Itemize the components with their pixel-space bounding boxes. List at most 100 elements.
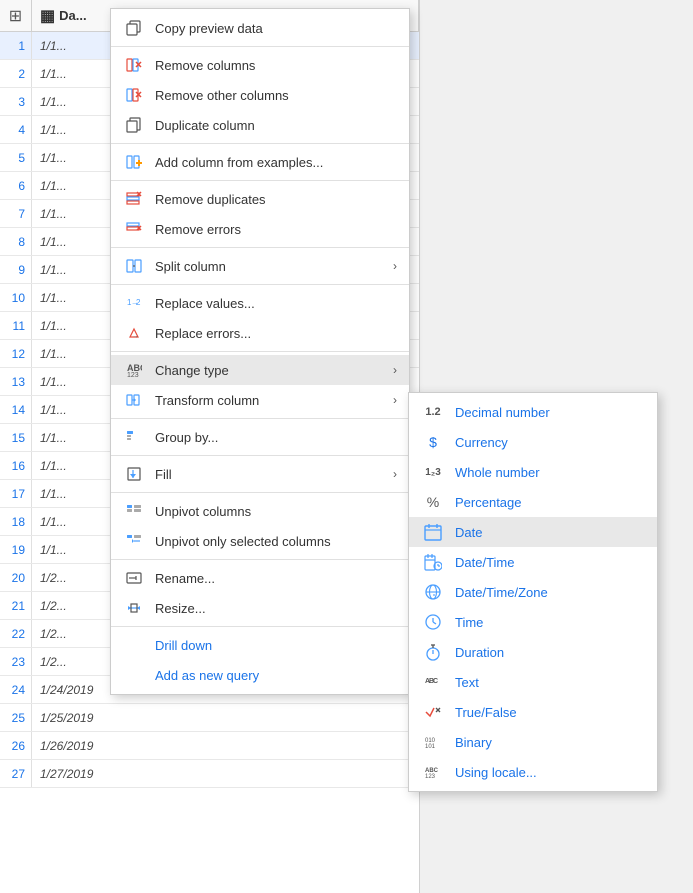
row-number: 17 [0,480,32,507]
menu-item-remove-columns[interactable]: Remove columns [111,50,409,80]
change-type-icon: ABC123 [123,360,145,380]
type-label: Decimal number [455,405,550,420]
type-label: Currency [455,435,508,450]
menu-item-replace-errors[interactable]: →Replace errors... [111,318,409,348]
submenu-item-datetimezone[interactable]: Date/Time/Zone [409,577,657,607]
whole-type-icon: 1₂3 [421,467,445,478]
row-cell: 1/1... [32,375,67,389]
menu-label: Remove columns [155,58,397,73]
menu-label: Remove errors [155,222,397,237]
datetimezone-type-icon [421,583,445,601]
table-row[interactable]: 25 1/25/2019 [0,704,419,732]
menu-separator [111,492,409,493]
type-label: True/False [455,705,517,720]
unpivot-columns-icon [123,501,145,521]
currency-type-icon: $ [421,434,445,450]
submenu-item-binary[interactable]: 010101 Binary [409,727,657,757]
menu-label: Group by... [155,430,397,445]
row-cell: 1/1... [32,319,67,333]
menu-separator [111,626,409,627]
svg-text:→: → [132,333,139,340]
row-number: 18 [0,508,32,535]
type-label: Text [455,675,479,690]
row-cell: 1/1... [32,347,67,361]
submenu-item-text[interactable]: ABC Text [409,667,657,697]
table-row[interactable]: 26 1/26/2019 [0,732,419,760]
menu-item-change-type[interactable]: ABC123Change type› [111,355,409,385]
row-number: 15 [0,424,32,451]
menu-item-unpivot-columns[interactable]: Unpivot columns [111,496,409,526]
menu-item-remove-duplicates[interactable]: Remove duplicates [111,184,409,214]
row-cell: 1/27/2019 [32,767,93,781]
menu-label: Copy preview data [155,21,397,36]
row-number: 26 [0,732,32,759]
submenu-item-time[interactable]: Time [409,607,657,637]
row-number: 19 [0,536,32,563]
row-cell: 1/1... [32,207,67,221]
submenu-item-truefalse[interactable]: True/False [409,697,657,727]
row-cell: 1/1... [32,123,67,137]
menu-item-duplicate-column[interactable]: Duplicate column [111,110,409,140]
row-cell: 1/2... [32,571,67,585]
row-cell: 1/2... [32,655,67,669]
menu-item-copy-preview[interactable]: Copy preview data [111,13,409,43]
menu-separator [111,46,409,47]
table-row[interactable]: 27 1/27/2019 [0,760,419,788]
binary-type-icon: 010101 [421,733,445,751]
date-type-icon [421,523,445,541]
menu-label: Transform column [155,393,393,408]
time-type-icon [421,613,445,631]
row-cell: 1/1... [32,459,67,473]
svg-text:123: 123 [425,774,436,780]
menu-item-replace-values[interactable]: 1→2Replace values... [111,288,409,318]
submenu-item-date[interactable]: Date [409,517,657,547]
transform-column-icon [123,390,145,410]
menu-item-remove-errors[interactable]: Remove errors [111,214,409,244]
menu-item-resize[interactable]: Resize... [111,593,409,623]
menu-item-rename[interactable]: Rename... [111,563,409,593]
row-number: 10 [0,284,32,311]
svg-text:C: C [433,678,438,685]
type-label: Date/Time/Zone [455,585,548,600]
menu-item-unpivot-selected[interactable]: Unpivot only selected columns [111,526,409,556]
menu-separator [111,247,409,248]
row-cell: 1/1... [32,67,67,81]
row-number: 9 [0,256,32,283]
svg-text:101: 101 [425,744,436,750]
menu-item-add-new-query[interactable]: Add as new query [111,660,409,690]
menu-separator [111,351,409,352]
menu-item-group-by[interactable]: Group by... [111,422,409,452]
menu-item-drill-down[interactable]: Drill down [111,630,409,660]
menu-item-add-column-examples[interactable]: Add column from examples... [111,147,409,177]
row-number: 24 [0,676,32,703]
submenu-item-whole[interactable]: 1₂3 Whole number [409,457,657,487]
submenu-arrow: › [393,467,397,481]
submenu-item-currency[interactable]: $ Currency [409,427,657,457]
percentage-type-icon: % [421,494,445,510]
row-number: 27 [0,760,32,787]
menu-item-remove-other-columns[interactable]: Remove other columns [111,80,409,110]
menu-item-transform-column[interactable]: Transform column› [111,385,409,415]
row-cell: 1/1... [32,263,67,277]
row-number: 5 [0,144,32,171]
truefalse-type-icon [421,703,445,721]
table-icon: ⊞ [0,0,32,32]
svg-text:2: 2 [136,298,141,307]
rename-icon [123,568,145,588]
menu-item-fill[interactable]: Fill› [111,459,409,489]
menu-label: Add as new query [155,668,397,683]
submenu-item-datetime[interactable]: Date/Time [409,547,657,577]
submenu-item-duration[interactable]: Duration [409,637,657,667]
row-cell: 1/1... [32,543,67,557]
menu-item-split-column[interactable]: Split column› [111,251,409,281]
submenu-item-locale[interactable]: ABC123 Using locale... [409,757,657,787]
row-number: 4 [0,116,32,143]
row-number: 12 [0,340,32,367]
menu-label: Rename... [155,571,397,586]
menu-separator [111,418,409,419]
submenu-item-decimal[interactable]: 1.2 Decimal number [409,397,657,427]
submenu-item-percentage[interactable]: % Percentage [409,487,657,517]
row-cell: 1/1... [32,151,67,165]
menu-label: Remove duplicates [155,192,397,207]
menu-separator [111,284,409,285]
